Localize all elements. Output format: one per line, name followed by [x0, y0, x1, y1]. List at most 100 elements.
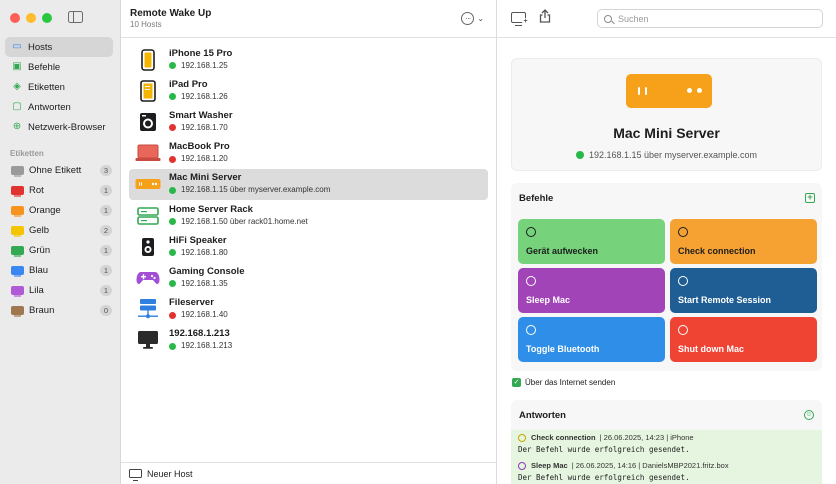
host-title: Mac Mini Server [613, 125, 720, 141]
internet-checkbox-row[interactable]: ✓ Über das Internet senden [512, 378, 615, 387]
checkmark-icon[interactable]: ✓ [512, 378, 521, 387]
sidebar-item-hosts[interactable]: ▭ Hosts [5, 37, 113, 57]
sleep-icon [518, 462, 526, 470]
list-subtitle: 10 Hosts [130, 20, 162, 29]
zoom-window-button[interactable] [42, 13, 52, 23]
host-address: 192.168.1.20 [181, 154, 228, 164]
app-window: ▭ Hosts ▣ Befehle ◈ Etiketten ▢ Antworte… [0, 0, 836, 484]
host-row[interactable]: iPad Pro 192.168.1.26 [129, 75, 488, 106]
host-row[interactable]: Gaming Console 192.168.1.35 [129, 262, 488, 293]
list-header: Remote Wake Up 10 Hosts ··· ⌄ [121, 0, 496, 38]
command-shut-down-button[interactable]: Shut down Mac [670, 317, 817, 362]
tag-item-none[interactable]: Ohne Etikett 3 [5, 160, 112, 180]
tag-count-badge: 3 [100, 165, 112, 176]
host-name: iPhone 15 Pro [169, 47, 233, 59]
host-row[interactable]: Fileserver 192.168.1.40 [129, 294, 488, 325]
sidebar-toggle-icon[interactable] [68, 11, 83, 23]
share-button[interactable] [539, 9, 551, 23]
tag-label: Grün [29, 244, 51, 256]
tag-label: Rot [29, 184, 44, 196]
status-dot [169, 311, 176, 319]
tag-item-red[interactable]: Rot 1 [5, 180, 112, 200]
host-address: 192.168.1.35 [181, 278, 228, 288]
host-address: 192.168.1.50 über rack01.home.net [181, 216, 308, 226]
tag-count-badge: 1 [100, 265, 112, 276]
tag-count-badge: 2 [100, 225, 112, 236]
host-name: 192.168.1.213 [169, 328, 230, 340]
answers-status-icon[interactable]: ☺ [804, 410, 814, 420]
sidebar-item-commands[interactable]: ▣ Befehle [5, 57, 113, 77]
host-row[interactable]: Smart Washer 192.168.1.70 [129, 106, 488, 137]
ipad-icon [135, 79, 161, 102]
display-icon [135, 329, 161, 351]
status-dot [575, 151, 584, 159]
host-row[interactable]: iPhone 15 Pro 192.168.1.25 [129, 44, 488, 75]
sidebar-nav: ▭ Hosts ▣ Befehle ◈ Etiketten ▢ Antworte… [5, 37, 113, 137]
tag-count-badge: 1 [100, 245, 112, 256]
host-row-selected[interactable]: Mac Mini Server 192.168.1.15 über myserv… [129, 168, 488, 200]
answers-icon: ▢ [12, 101, 22, 112]
toggle-icon [526, 325, 536, 335]
tags-icon: ◈ [13, 81, 21, 92]
host-address: 192.168.1.70 [181, 122, 228, 132]
tag-label: Ohne Etikett [29, 164, 82, 176]
status-dot [169, 218, 176, 226]
ellipsis-icon: ··· [461, 12, 475, 25]
sidebar-item-answers[interactable]: ▢ Antworten [5, 97, 113, 117]
hosts-icon: ▭ [12, 41, 22, 52]
host-summary-card: Mac Mini Server 192.168.1.15 über myserv… [511, 58, 822, 171]
add-command-icon[interactable]: + [805, 193, 815, 203]
search-input[interactable] [618, 13, 798, 24]
tag-item-green[interactable]: Grün 1 [5, 240, 112, 260]
monitor-icon [129, 469, 142, 481]
host-name: Fileserver [169, 297, 214, 309]
tag-icon [11, 225, 24, 237]
new-host-button[interactable]: Neuer Host [121, 462, 496, 484]
tag-icon [11, 205, 24, 217]
host-row[interactable]: HiFi Speaker 192.168.1.80 [129, 231, 488, 262]
wave-icon [678, 227, 688, 237]
tag-label: Blau [29, 264, 49, 276]
host-address: 192.168.1.40 [181, 310, 228, 320]
tag-count-badge: 1 [100, 205, 112, 216]
host-address: 192.168.1.25 [181, 60, 228, 70]
command-check-connection-button[interactable]: Check connection [670, 219, 817, 264]
command-sleep-mac-button[interactable]: Sleep Mac [518, 268, 665, 313]
internet-label: Über das Internet senden [525, 378, 616, 387]
command-start-remote-session-button[interactable]: Start Remote Session [670, 268, 817, 313]
answer-entry: Sleep Mac | 26.06.2025, 14:16 | DanielsM… [511, 458, 822, 484]
sidebar-item-network-browser[interactable]: ⊕ Netzwerk-Browser [5, 117, 113, 137]
chevron-down-icon: ⌄ [477, 14, 484, 23]
more-options-button[interactable]: ··· ⌄ [461, 12, 484, 25]
host-name: Mac Mini Server [169, 172, 242, 184]
command-toggle-bluetooth-button[interactable]: Toggle Bluetooth [518, 317, 665, 362]
host-row[interactable]: 192.168.1.213 192.168.1.213 [129, 325, 488, 356]
share-icon [539, 9, 551, 23]
mac-mini-icon [135, 173, 161, 195]
minimize-window-button[interactable] [26, 13, 36, 23]
status-dot [169, 342, 176, 350]
tag-item-brown[interactable]: Braun 0 [5, 300, 112, 320]
tag-icon [11, 285, 24, 297]
command-wake-button[interactable]: Gerät aufwecken [518, 219, 665, 264]
host-row[interactable]: Home Server Rack 192.168.1.50 über rack0… [129, 200, 488, 231]
answer-text: Der Befehl wurde erfolgreich gesendet. [518, 445, 690, 454]
mac-mini-large-icon [626, 74, 712, 108]
tag-item-purple[interactable]: Lila 1 [5, 280, 112, 300]
status-dot [169, 93, 176, 101]
tag-count-badge: 1 [100, 185, 112, 196]
tag-count-badge: 1 [100, 285, 112, 296]
status-dot [169, 155, 176, 163]
tag-item-blue[interactable]: Blau 1 [5, 260, 112, 280]
search-field[interactable] [597, 9, 823, 28]
tag-icon [11, 245, 24, 257]
tag-item-orange[interactable]: Orange 1 [5, 200, 112, 220]
host-row[interactable]: MacBook Pro 192.168.1.20 [129, 138, 488, 169]
tag-item-yellow[interactable]: Gelb 2 [5, 220, 112, 240]
host-address: 192.168.1.26 [181, 91, 228, 101]
host-address-line: 192.168.1.15 über myserver.example.com [512, 150, 821, 160]
host-address: 192.168.1.80 [181, 247, 228, 257]
sidebar-item-tags[interactable]: ◈ Etiketten [5, 77, 113, 97]
network-icon: ⊕ [12, 121, 22, 132]
close-window-button[interactable] [10, 13, 20, 23]
